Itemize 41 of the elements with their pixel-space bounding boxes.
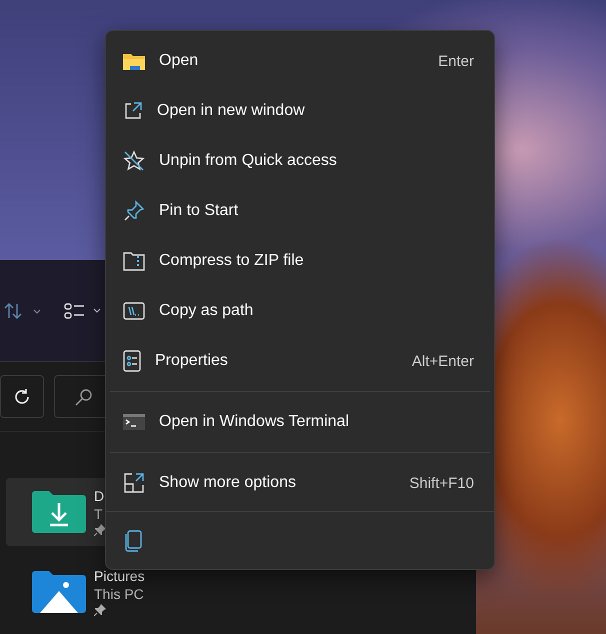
menu-item[interactable]: Show more options Shift+F10 (106, 458, 494, 508)
menu-item-label: Properties (155, 352, 229, 370)
pin-icon (123, 200, 145, 222)
menu-item-label: Copy as path (159, 302, 254, 320)
menu-item[interactable]: Copy as path (106, 286, 494, 336)
copy-icon (124, 530, 142, 552)
menu-item[interactable]: Unpin from Quick access (106, 136, 494, 186)
folder-location: T (94, 506, 104, 522)
menu-item[interactable]: Open in Windows Terminal (106, 397, 494, 447)
menu-item[interactable]: Compress to ZIP file (106, 236, 494, 286)
menu-item-label: Unpin from Quick access (159, 152, 338, 170)
menu-item-label: Show more options (159, 474, 297, 492)
folder-location: This PC (94, 586, 145, 602)
menu-item[interactable]: Pin to Start (106, 186, 494, 236)
menu-item[interactable]: Properties Alt+Enter (106, 336, 494, 386)
path-icon (123, 302, 145, 320)
refresh-button[interactable] (0, 375, 44, 418)
folder-icon (123, 52, 145, 70)
open-external-icon (123, 101, 143, 121)
shortcut-text: Enter (438, 52, 474, 70)
menu-item[interactable]: Open Enter (106, 36, 494, 86)
refresh-icon (13, 388, 31, 406)
search-icon (75, 388, 93, 406)
zip-folder-icon (123, 251, 145, 271)
shortcut-text: Alt+Enter (412, 352, 474, 370)
sort-icon[interactable] (4, 302, 40, 318)
menu-item-label: Open in new window (157, 102, 306, 120)
menu-item-label: Open in Windows Terminal (159, 413, 350, 431)
unpin-star-icon (123, 150, 145, 172)
pictures-folder-icon (32, 571, 86, 613)
downloads-folder-icon (32, 491, 86, 533)
menu-item[interactable]: Open in new window (106, 86, 494, 136)
expand-window-icon (123, 472, 145, 494)
menu-item-label: Compress to ZIP file (159, 252, 305, 270)
folder-name: D (94, 488, 106, 504)
properties-icon (123, 350, 141, 372)
shortcut-text: Shift+F10 (409, 474, 474, 492)
menu-item-label: Open (159, 52, 200, 70)
terminal-icon (123, 414, 145, 430)
folder-name: Pictures (94, 568, 145, 584)
menu-item-label: Pin to Start (159, 202, 240, 220)
